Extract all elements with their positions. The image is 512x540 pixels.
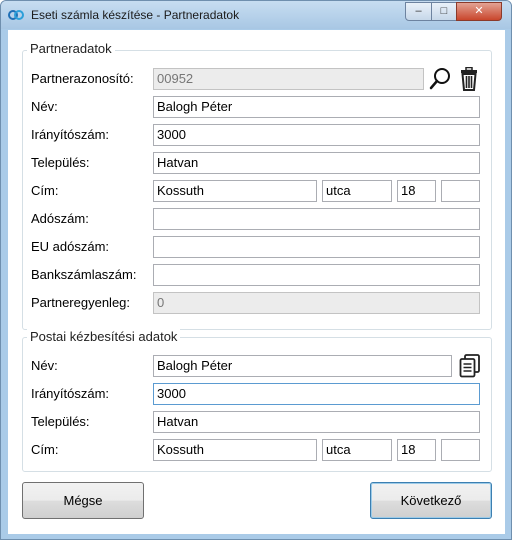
partner-tax-field[interactable] (153, 208, 480, 230)
partner-balance-label: Partneregyenleg: (31, 295, 131, 310)
search-icon[interactable] (429, 67, 451, 91)
partner-house-number-field[interactable]: 18 (397, 180, 436, 202)
postal-zip-field[interactable]: 3000 (153, 383, 480, 405)
partner-address-extra-field[interactable] (441, 180, 480, 202)
title-bar[interactable]: Eseti számla készítése - Partneradatok –… (1, 1, 511, 29)
partner-zip-label: Irányítószám: (31, 127, 110, 142)
close-button[interactable]: ✕ (456, 2, 502, 21)
postal-city-label: Település: (31, 414, 90, 429)
partner-tax-label: Adószám: (31, 211, 89, 226)
partner-id-label: Partnerazonosító: (31, 71, 134, 86)
dialog-window: Eseti számla készítése - Partneradatok –… (0, 0, 512, 540)
partner-name-label: Név: (31, 99, 58, 114)
partner-zip-field[interactable]: 3000 (153, 124, 480, 146)
partner-balance-field[interactable]: 0 (153, 292, 480, 314)
trash-icon[interactable] (458, 67, 480, 91)
partner-street-type-field[interactable]: utca (322, 180, 392, 202)
maximize-button[interactable]: □ (431, 2, 457, 21)
next-button[interactable]: Következő (370, 482, 492, 519)
partner-street-field[interactable]: Kossuth (153, 180, 317, 202)
app-icon (8, 10, 24, 20)
postal-street-field[interactable]: Kossuth (153, 439, 317, 461)
postal-zip-label: Irányítószám: (31, 386, 110, 401)
partner-bank-field[interactable] (153, 264, 480, 286)
window-title: Eseti számla készítése - Partneradatok (31, 8, 240, 22)
postal-city-field[interactable]: Hatvan (153, 411, 480, 433)
postal-name-field[interactable]: Balogh Péter (153, 355, 452, 377)
partner-address-label: Cím: (31, 183, 59, 198)
partner-bank-label: Bankszámlaszám: (31, 267, 137, 282)
copy-icon[interactable] (459, 354, 481, 378)
postal-street-type-field[interactable]: utca (322, 439, 392, 461)
partner-id-field[interactable]: 00952 (153, 68, 424, 90)
minimize-button[interactable]: – (405, 2, 432, 21)
partner-city-label: Település: (31, 155, 90, 170)
partner-eutax-label: EU adószám: (31, 239, 110, 254)
partner-city-field[interactable]: Hatvan (153, 152, 480, 174)
postal-address-extra-field[interactable] (441, 439, 480, 461)
postal-name-label: Név: (31, 358, 58, 373)
postal-address-label: Cím: (31, 442, 59, 457)
partner-eutax-field[interactable] (153, 236, 480, 258)
cancel-button[interactable]: Mégse (22, 482, 144, 519)
postal-group-legend: Postai kézbesítési adatok (27, 329, 181, 344)
partner-name-field[interactable]: Balogh Péter (153, 96, 480, 118)
partner-group-legend: Partneradatok (27, 41, 115, 56)
dialog-content: Partneradatok Partnerazonosító: 00952 Né… (8, 30, 505, 534)
postal-house-number-field[interactable]: 18 (397, 439, 436, 461)
